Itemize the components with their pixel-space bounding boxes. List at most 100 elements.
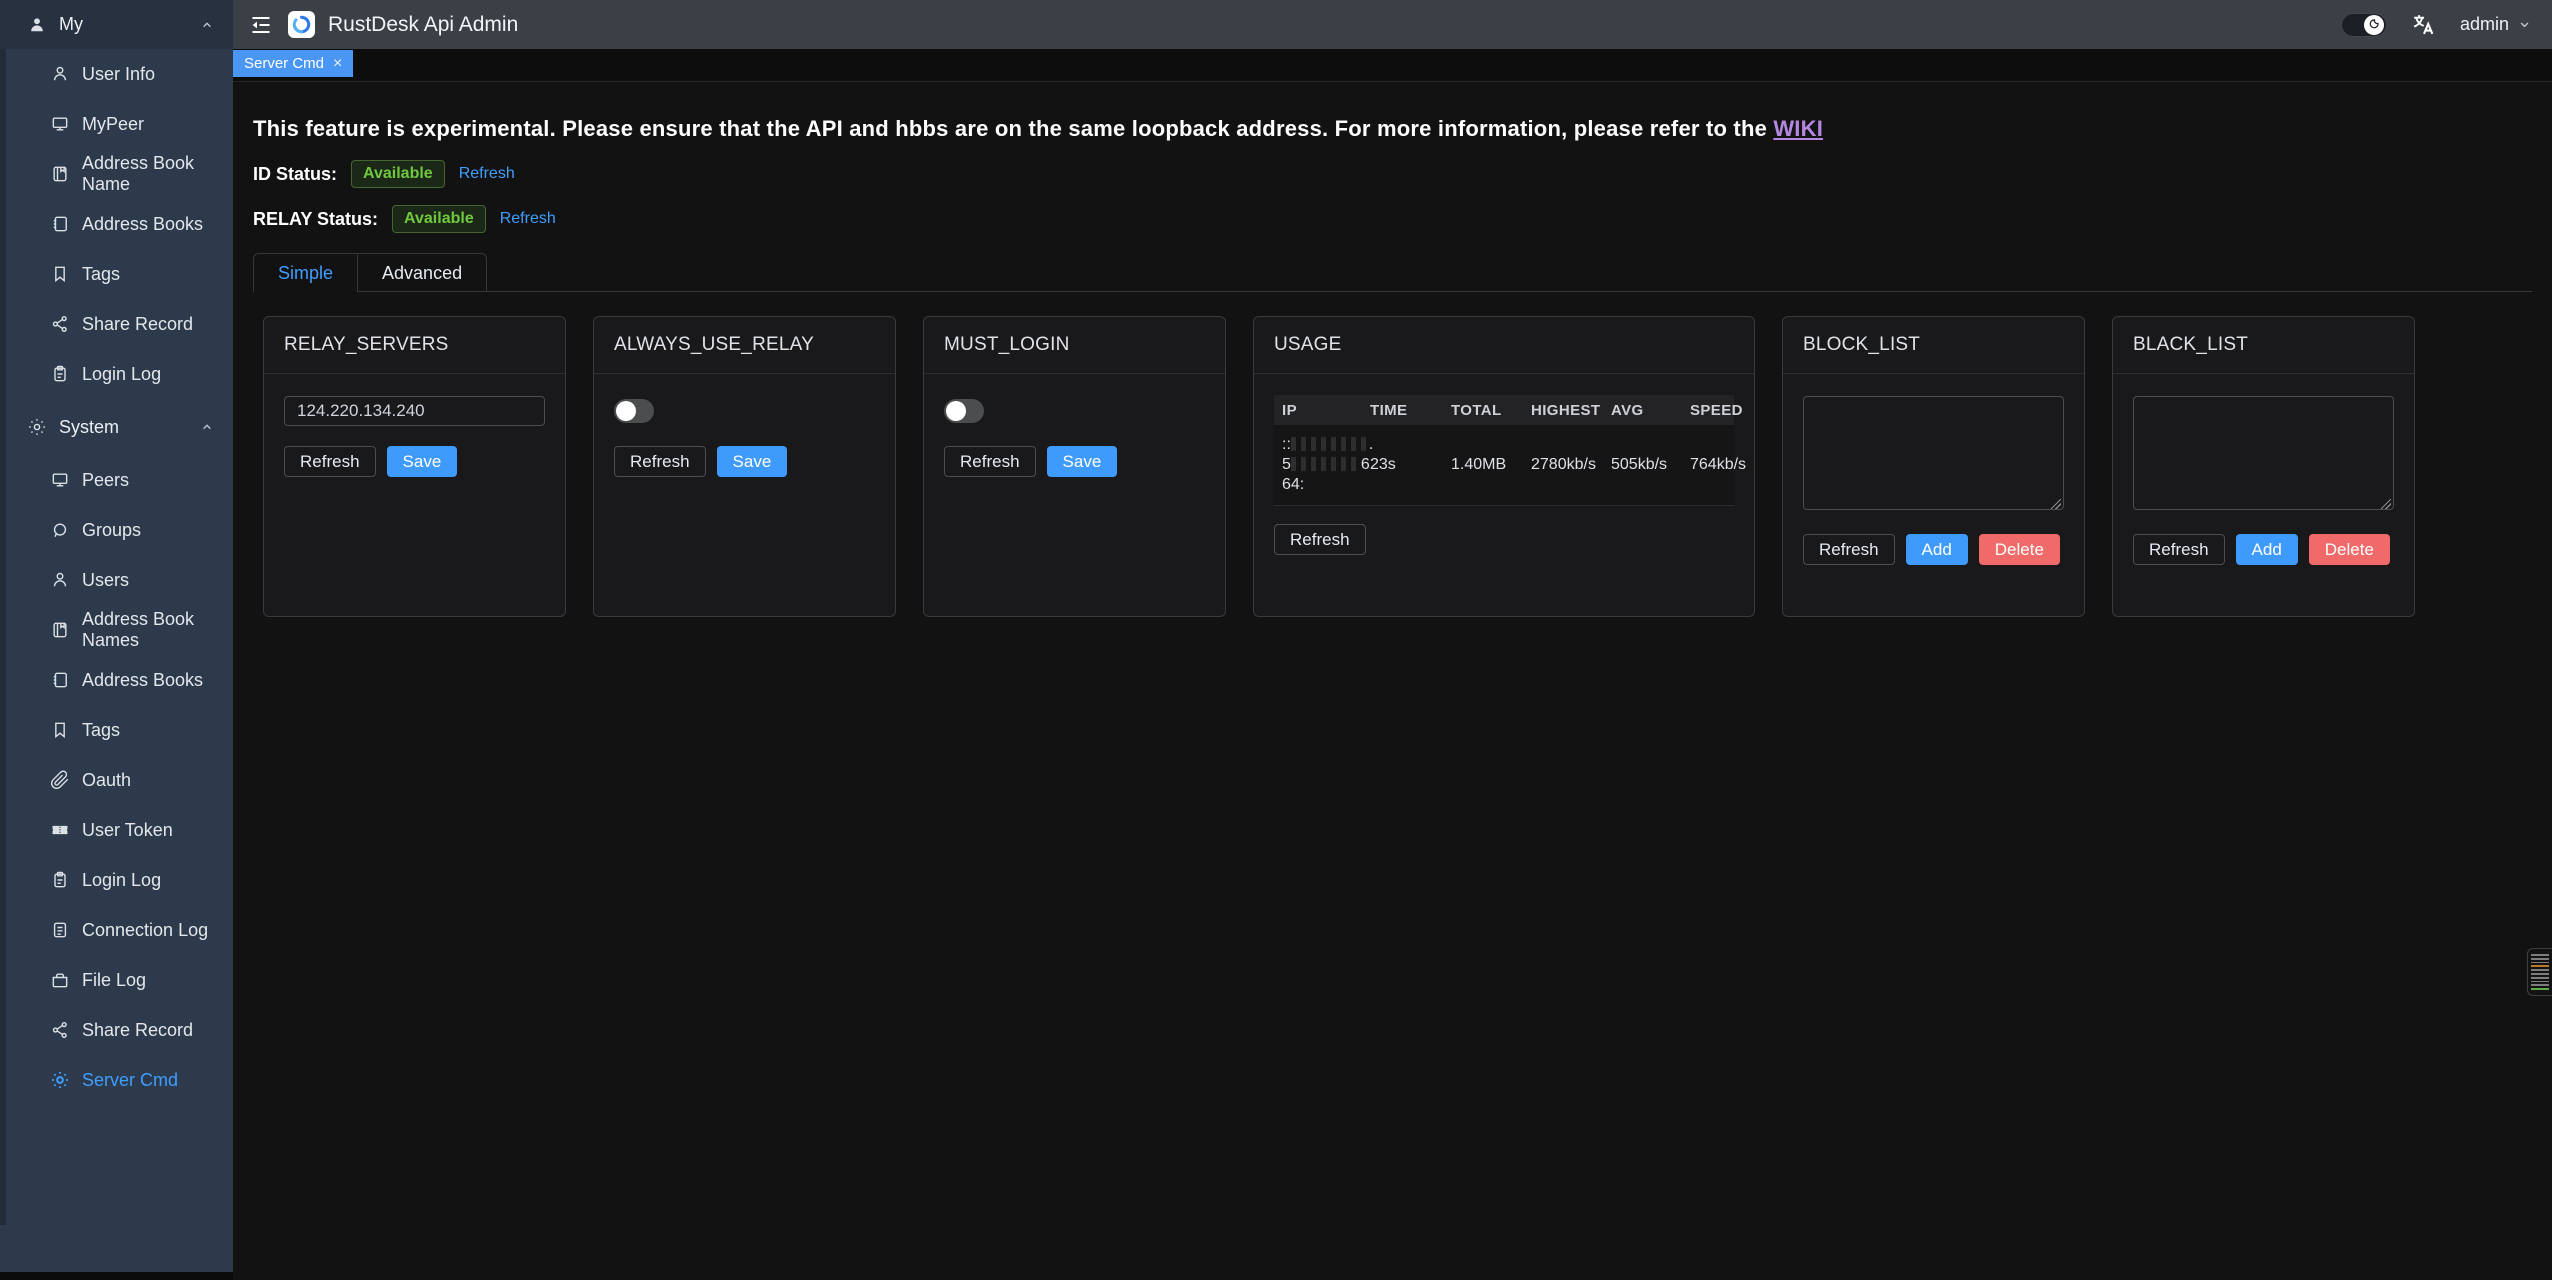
wiki-link[interactable]: WIKI [1773,116,1823,141]
card-header: RELAY_SERVERS [264,317,565,374]
sidebar: My User Info MyPeer Address Book Name Ad… [0,0,233,1272]
card-header: BLACK_LIST [2113,317,2414,374]
sidebar-item-label: Oauth [82,770,131,791]
relay-servers-input[interactable] [284,396,545,426]
sidebar-section-system[interactable]: System [0,399,233,455]
fold-menu-icon[interactable] [249,13,273,37]
sidebar-item-login-log-sys[interactable]: Login Log [0,855,233,905]
share-icon [50,1020,70,1040]
sidebar-item-share-record[interactable]: Share Record [0,299,233,349]
sidebar-item-address-book-name[interactable]: Address Book Name [0,149,233,199]
refresh-button[interactable]: Refresh [284,446,376,477]
settings-cards: RELAY_SERVERS Refresh Save ALWAYS_USE_RE… [253,316,2532,617]
usage-table-row: ::. 56 64: 23s 1.40MB 2780kb/s 505kb/s 7… [1274,425,1734,506]
sidebar-item-server-cmd[interactable]: Server Cmd [0,1055,233,1105]
gear-icon [27,417,47,437]
tab-advanced[interactable]: Advanced [358,253,487,291]
sidebar-item-user-token[interactable]: User Token [0,805,233,855]
tab-server-cmd[interactable]: Server Cmd × [233,50,353,77]
sidebar-item-share-record-sys[interactable]: Share Record [0,1005,233,1055]
ip-text: 5 [1282,456,1291,473]
card-title: ALWAYS_USE_RELAY [614,334,814,356]
redacted-ip-block [1291,437,1369,451]
sidebar-item-label: Connection Log [82,920,208,941]
delete-button[interactable]: Delete [2309,534,2390,565]
user-menu[interactable]: admin [2460,14,2532,35]
must-login-toggle[interactable] [944,399,984,423]
user-icon [50,64,70,84]
save-button[interactable]: Save [387,446,458,477]
sidebar-item-connection-log[interactable]: Connection Log [0,905,233,955]
col-speed: SPEED [1682,402,1743,419]
sidebar-item-login-log-my[interactable]: Login Log [0,349,233,399]
card-header: MUST_LOGIN [924,317,1225,374]
card-title: MUST_LOGIN [944,334,1070,356]
tab-simple[interactable]: Simple [253,253,358,292]
sidebar-item-tags-sys[interactable]: Tags [0,705,233,755]
refresh-button[interactable]: Refresh [1274,524,1366,555]
sidebar-item-file-log[interactable]: File Log [0,955,233,1005]
refresh-button[interactable]: Refresh [614,446,706,477]
toggle-row [614,396,875,426]
button-row: Refresh Save [614,446,875,477]
share-icon [50,314,70,334]
block-list-textarea[interactable] [1803,396,2064,510]
sidebar-item-groups[interactable]: Groups [0,505,233,555]
cell-total: 1.40MB [1443,435,1523,495]
sidebar-item-address-books[interactable]: Address Books [0,199,233,249]
sidebar-item-peers[interactable]: Peers [0,455,233,505]
sidebar-item-label: Address Book Name [82,153,233,195]
sidebar-item-address-book-names[interactable]: Address Book Names [0,605,233,655]
rustdesk-logo [288,11,315,38]
card-title: USAGE [1274,334,1342,356]
textarea-wrap [1803,396,2064,515]
close-icon[interactable]: × [333,56,342,72]
always-use-relay-toggle[interactable] [614,399,654,423]
refresh-button[interactable]: Refresh [1803,534,1895,565]
sidebar-section-my[interactable]: My [0,0,233,49]
sidebar-item-mypeer[interactable]: MyPeer [0,99,233,149]
sidebar-item-label: User Token [82,820,173,841]
sidebar-item-address-books-sys[interactable]: Address Books [0,655,233,705]
header-right-controls: admin [2341,12,2532,37]
refresh-button[interactable]: Refresh [2133,534,2225,565]
sidebar-item-oauth[interactable]: Oauth [0,755,233,805]
card-title: RELAY_SERVERS [284,334,449,356]
ip-text: :: [1282,436,1291,453]
relay-status-refresh-link[interactable]: Refresh [500,210,556,228]
textarea-wrap [2133,396,2394,515]
refresh-button[interactable]: Refresh [944,446,1036,477]
user-icon [50,570,70,590]
cell-ip: ::. 56 64: [1274,435,1362,495]
sidebar-item-user-info[interactable]: User Info [0,49,233,99]
experimental-warning: This feature is experimental. Please ens… [253,116,2532,142]
usage-table-header: IP TIME TOTAL HIGHEST AVG SPEED [1274,395,1734,425]
save-button[interactable]: Save [717,446,788,477]
card-body: Refresh Save [594,374,895,499]
sidebar-item-label: Tags [82,264,120,285]
save-button[interactable]: Save [1047,446,1118,477]
id-status-refresh-link[interactable]: Refresh [459,165,515,183]
open-tabs-strip: Server Cmd × [233,49,2552,82]
notebook-icon [50,164,70,184]
paperclip-icon [50,770,70,790]
sidebar-item-label: Address Book Names [82,609,233,651]
delete-button[interactable]: Delete [1979,534,2060,565]
clipboard-icon [50,870,70,890]
add-button[interactable]: Add [1906,534,1968,565]
tab-label: Server Cmd [244,55,324,72]
sidebar-item-label: Peers [82,470,129,491]
sidebar-item-users[interactable]: Users [0,555,233,605]
black-list-textarea[interactable] [2133,396,2394,510]
edge-widget[interactable] [2527,948,2552,996]
sidebar-section-label: My [59,14,83,35]
translate-icon[interactable] [2411,12,2436,37]
button-row: Refresh Add Delete [1803,534,2064,565]
monitor-icon [50,114,70,134]
add-button[interactable]: Add [2236,534,2298,565]
dark-mode-toggle[interactable] [2341,13,2387,37]
card-body: IP TIME TOTAL HIGHEST AVG SPEED ::. 56 6… [1254,374,1754,576]
address-book-icon [50,670,70,690]
sidebar-item-label: Address Books [82,670,203,691]
sidebar-item-tags[interactable]: Tags [0,249,233,299]
